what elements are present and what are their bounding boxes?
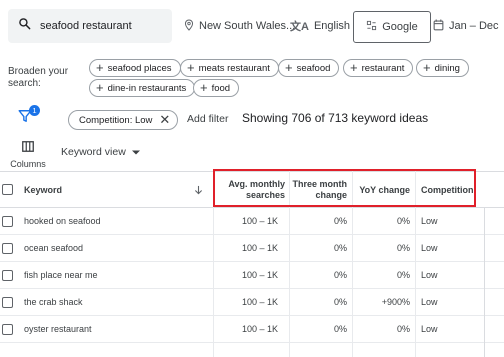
- yoy-change-cell: 0%: [396, 324, 410, 334]
- date-range-selector[interactable]: Jan – Dec: [433, 14, 499, 38]
- row-checkbox[interactable]: [2, 216, 13, 227]
- yoy-change-cell: 0%: [396, 216, 410, 226]
- avg-searches-cell: 100 – 1K: [241, 297, 278, 307]
- sort-arrow-icon[interactable]: [194, 172, 203, 208]
- avg-searches-cell: 100 – 1K: [241, 243, 278, 253]
- network-icon: [366, 20, 377, 34]
- select-all-checkbox[interactable]: [2, 184, 13, 195]
- location-selector[interactable]: New South Wales...: [184, 14, 295, 38]
- keyword-cell: fish place near me: [24, 270, 98, 280]
- translate-icon: 文A: [290, 21, 309, 33]
- broaden-chip-seafood-places[interactable]: + seafood places: [89, 59, 181, 77]
- row-checkbox[interactable]: [2, 243, 13, 254]
- plus-icon: +: [423, 60, 431, 75]
- three-month-change-cell: 0%: [333, 324, 347, 334]
- table-row[interactable]: ocean seafood 100 – 1K 0% 0% Low: [0, 235, 504, 262]
- broaden-chip-food[interactable]: + food: [193, 79, 240, 97]
- keyword-cell: oyster restaurant: [24, 324, 92, 334]
- competition-cell: Low: [421, 297, 438, 307]
- active-filter-chip[interactable]: Competition: Low ✕: [68, 110, 179, 130]
- plus-icon: +: [200, 80, 208, 95]
- broaden-chip-seafood[interactable]: + seafood: [278, 59, 340, 77]
- keyword-cell: the crab shack: [24, 297, 83, 307]
- language-label: English: [313, 20, 351, 32]
- table-row[interactable]: fish place near me 100 – 1K 0% 0% Low: [0, 262, 504, 289]
- plus-icon: +: [187, 60, 195, 75]
- language-selector[interactable]: 文A English: [290, 14, 350, 38]
- location-pin-icon: [184, 18, 194, 34]
- chip-label: seafood: [296, 62, 331, 74]
- broaden-chip-dining[interactable]: + dining: [416, 59, 469, 77]
- search-input[interactable]: seafood restaurant: [8, 9, 172, 43]
- table-row[interactable]: oyster restaurant 100 – 1K 0% 0% Low: [0, 316, 504, 343]
- search-network-selector[interactable]: Google: [353, 11, 431, 43]
- broaden-search-label: Broaden your search:: [8, 66, 69, 89]
- plus-icon: +: [350, 60, 358, 75]
- columns-button[interactable]: Columns: [10, 139, 46, 169]
- keyword-view-label: Keyword view: [61, 146, 126, 158]
- scrollbar-track[interactable]: [484, 208, 485, 357]
- columns-label: Columns: [10, 159, 46, 169]
- highlight-annotation-box: [213, 169, 476, 207]
- plus-icon: +: [96, 60, 104, 75]
- three-month-change-cell: 0%: [333, 270, 347, 280]
- competition-cell: Low: [421, 243, 438, 253]
- three-month-change-cell: 0%: [333, 243, 347, 253]
- row-checkbox[interactable]: [2, 324, 13, 335]
- broaden-chip-dine-in-restaurants[interactable]: + dine-in restaurants: [89, 79, 196, 97]
- chip-label: restaurant: [361, 62, 405, 74]
- competition-cell: Low: [421, 324, 438, 334]
- avg-searches-cell: 100 – 1K: [241, 324, 278, 334]
- keyword-cell: ocean seafood: [24, 243, 84, 253]
- dropdown-arrow-icon: [131, 146, 140, 158]
- plus-icon: +: [96, 80, 104, 95]
- keyword-cell: hooked on seafood: [24, 216, 101, 226]
- plus-icon: +: [285, 60, 293, 75]
- chip-label: food: [211, 82, 231, 94]
- add-filter-button[interactable]: Add filter: [187, 113, 228, 125]
- keyword-view-dropdown[interactable]: Keyword view: [61, 146, 140, 158]
- avg-searches-cell: 100 – 1K: [241, 216, 278, 226]
- yoy-change-cell: +900%: [381, 297, 410, 307]
- network-label: Google: [382, 21, 418, 33]
- date-range-label: Jan – Dec: [449, 20, 499, 32]
- search-query: seafood restaurant: [40, 20, 132, 32]
- active-filter-label: Competition: Low: [79, 114, 153, 126]
- three-month-change-cell: 0%: [333, 216, 347, 226]
- chip-label: meats restaurant: [198, 62, 270, 74]
- avg-searches-cell: 100 – 1K: [241, 270, 278, 280]
- yoy-change-cell: 0%: [396, 270, 410, 280]
- search-icon: [18, 17, 31, 35]
- keyword-column-header[interactable]: Keyword: [24, 172, 62, 208]
- chip-label: dine-in restaurants: [107, 82, 187, 94]
- yoy-change-cell: 0%: [396, 243, 410, 253]
- row-checkbox[interactable]: [2, 270, 13, 281]
- filter-count-badge: 1: [29, 105, 40, 116]
- competition-cell: Low: [421, 270, 438, 280]
- three-month-change-cell: 0%: [333, 297, 347, 307]
- close-icon[interactable]: ✕: [159, 113, 170, 126]
- calendar-icon: [433, 19, 444, 34]
- broaden-chip-meats-restaurant[interactable]: + meats restaurant: [180, 59, 279, 77]
- competition-cell: Low: [421, 216, 438, 226]
- row-checkbox[interactable]: [2, 297, 13, 308]
- chip-label: seafood places: [107, 62, 172, 74]
- results-summary: Showing 706 of 713 keyword ideas: [242, 111, 429, 125]
- broaden-chip-restaurant[interactable]: + restaurant: [343, 59, 414, 77]
- table-row[interactable]: the crab shack 100 – 1K 0% +900% Low: [0, 289, 504, 316]
- chip-label: dining: [434, 62, 460, 74]
- table-row[interactable]: hooked on seafood 100 – 1K 0% 0% Low: [0, 208, 504, 235]
- columns-icon: [22, 139, 34, 156]
- location-label: New South Wales...: [199, 20, 296, 32]
